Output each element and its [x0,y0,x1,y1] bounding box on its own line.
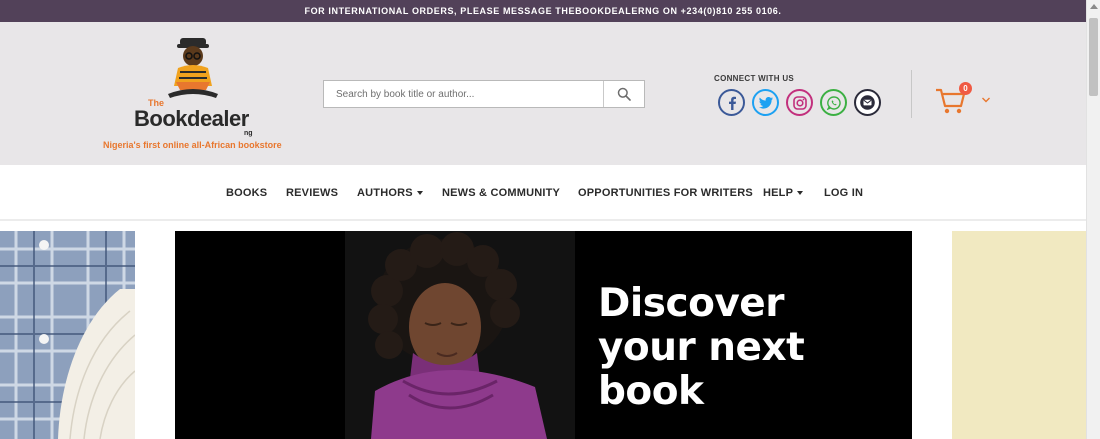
logo-wordmark-text: Bookdealer [134,106,249,131]
search-input[interactable] [324,81,603,107]
site-header: The Bookdealer ng Nigeria's first online… [0,22,1086,165]
whatsapp-icon [826,95,841,110]
nav-reviews[interactable]: REVIEWS [286,187,338,199]
nav-login[interactable]: LOG IN [824,187,863,199]
caret-down-icon [416,191,423,196]
vertical-scrollbar[interactable] [1086,0,1100,439]
reader-mascot-icon [168,38,218,98]
nav-opportunities[interactable]: OPPORTUNITIES FOR WRITERS [578,187,753,199]
nav-books[interactable]: BOOKS [226,187,267,199]
tagline: Nigeria's first online all-African books… [103,140,282,150]
caret-down-icon [797,191,804,196]
header-divider [911,70,912,118]
twitter-link[interactable] [752,89,779,116]
facebook-link[interactable] [718,89,745,116]
instagram-link[interactable] [786,89,813,116]
facebook-icon [728,96,736,110]
twitter-icon [758,96,773,109]
logo-wordmark: Bookdealer [134,106,249,132]
cart-count-badge: 0 [959,82,972,95]
banner-headline: Discover your next book [598,281,805,414]
search-bar [323,80,645,108]
search-icon [617,87,631,101]
email-icon [860,95,875,110]
instagram-icon [792,95,807,110]
search-button[interactable] [603,81,644,107]
scrollbar-thumb[interactable] [1089,18,1098,96]
site-logo[interactable]: The Bookdealer ng [130,34,260,137]
scroll-up-arrow-icon[interactable] [1090,4,1098,9]
banner-headline-line-3: book [598,369,704,414]
nav-help[interactable]: HELP [763,187,804,199]
logo-ng-text: ng [244,130,253,137]
connect-label: CONNECT WITH US [714,74,795,83]
banner-headline-line-1: Discover [598,281,784,326]
carousel-prev-slide-image[interactable] [0,231,135,439]
nav-news-community[interactable]: NEWS & COMMUNITY [442,187,560,199]
whatsapp-link[interactable] [820,89,847,116]
plaid-shirt-book-image [0,231,135,439]
banner-headline-line-2: your next [598,325,805,370]
nav-help-label: HELP [763,187,794,199]
main-navigation: BOOKS REVIEWS AUTHORS NEWS & COMMUNITY O… [0,165,1086,221]
email-link[interactable] [854,89,881,116]
cart-button[interactable]: 0 [934,82,994,116]
hero-banner[interactable]: Discover your next book [175,231,912,439]
nav-authors-label: AUTHORS [357,187,413,199]
nav-authors[interactable]: AUTHORS [357,187,423,199]
carousel-next-slide-image[interactable] [952,231,1086,439]
announcement-bar: FOR INTERNATIONAL ORDERS, PLEASE MESSAGE… [0,0,1086,22]
chevron-down-icon[interactable] [981,96,991,104]
announcement-text: FOR INTERNATIONAL ORDERS, PLEASE MESSAGE… [304,6,782,16]
